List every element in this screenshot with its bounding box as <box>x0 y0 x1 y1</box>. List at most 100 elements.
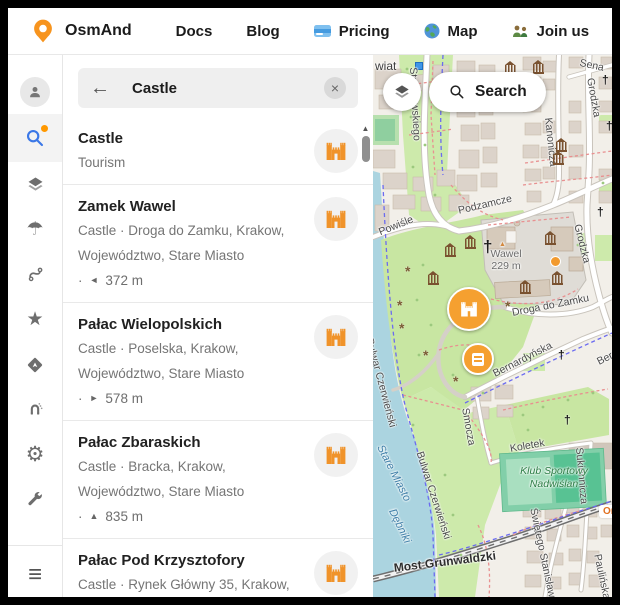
back-arrow-icon[interactable]: ← <box>90 78 110 98</box>
nav-link-label: Join us <box>537 23 590 40</box>
sidebar-divider <box>8 545 62 546</box>
result-title: Pałac Wielopolskich <box>78 314 301 336</box>
search-result-palac-pod-krzysztofory[interactable]: Pałac Pod Krzysztofory Castle · Rynek Gł… <box>63 539 373 597</box>
magnet-icon <box>25 400 45 420</box>
map-search-label: Search <box>475 83 527 101</box>
place-pill-label: Or <box>599 505 612 518</box>
distance-text: 578 m <box>105 386 143 411</box>
nav-link-pricing[interactable]: Pricing <box>314 23 390 40</box>
separator-dot: · <box>78 386 83 411</box>
search-result-category[interactable]: Castle Tourism <box>63 117 373 184</box>
credit-card-icon <box>314 25 331 37</box>
nav-link-join-us[interactable]: Join us <box>512 23 590 40</box>
document-map-marker[interactable] <box>462 343 494 375</box>
direction-arrow-icon: ▲ <box>90 504 99 529</box>
avatar <box>20 77 50 107</box>
search-icon <box>448 83 466 101</box>
search-input[interactable]: Castle <box>132 80 324 97</box>
search-result-zamek-wawel[interactable]: Zamek Wawel Castle · Droga do Zamku, Kra… <box>63 185 373 302</box>
sidebar-item-settings[interactable]: ⚙ <box>8 432 62 477</box>
sidebar-item-navigation[interactable] <box>8 342 62 387</box>
result-title: Pałac Pod Krzysztofory <box>78 550 301 572</box>
result-title: Pałac Zbaraskich <box>78 432 301 454</box>
sidebar-item-weather[interactable]: ☂ <box>8 207 62 252</box>
sidebar-item-plan-route[interactable] <box>8 387 62 432</box>
person-icon <box>26 83 44 101</box>
globe-icon <box>424 23 440 39</box>
nav-link-docs[interactable]: Docs <box>176 23 213 40</box>
document-icon <box>472 353 484 366</box>
sidebar-item-utilities[interactable] <box>8 477 62 522</box>
map-pin-icon <box>30 18 56 44</box>
distance-text: 835 m <box>105 504 143 529</box>
scrollbar-thumb[interactable] <box>362 136 370 162</box>
map-area: wiat Straszewskiego Sena Grodzka Kanonic… <box>373 55 612 597</box>
results-scrollbar: ▲ <box>360 124 371 162</box>
result-address: Castle · Droga do Zamku, Krakow, Wojewód… <box>78 218 301 268</box>
castle-icon <box>314 433 358 477</box>
result-title: Zamek Wawel <box>78 196 301 218</box>
sidebar-item-menu[interactable]: ≡ <box>8 552 62 597</box>
direction-arrow-icon: ► <box>90 386 99 411</box>
gear-icon: ⚙ <box>26 444 45 465</box>
castle-map-marker[interactable] <box>447 287 491 331</box>
search-results-list: Castle Tourism Zamek Wawel Castle · Drog… <box>63 117 373 597</box>
clear-search-button[interactable]: × <box>324 77 346 99</box>
osmand-logo[interactable]: OsmAnd <box>30 18 132 44</box>
sidebar-item-configure-map[interactable] <box>8 162 62 207</box>
result-address: Castle · Rynek Główny 35, Krakow, Wojewó… <box>78 572 301 597</box>
map-poi-square-icon <box>415 62 423 70</box>
map-canvas[interactable] <box>373 55 612 597</box>
sidebar-bottom: ≡ <box>8 545 62 597</box>
page-frame: OsmAnd Docs Blog Pricing Map Join us <box>0 0 620 605</box>
umbrella-icon: ☂ <box>26 220 43 239</box>
result-address: Castle · Poselska, Krakow, Województwo, … <box>78 336 301 386</box>
map-style-button[interactable] <box>383 73 421 111</box>
distance-text: 372 m <box>105 268 143 293</box>
sidebar-item-favorites[interactable]: ★ <box>8 297 62 342</box>
hamburger-menu-icon: ≡ <box>28 563 42 587</box>
close-icon: × <box>331 81 339 95</box>
wrench-icon <box>25 490 45 510</box>
search-result-palac-zbaraskich[interactable]: Pałac Zbaraskich Castle · Bracka, Krakow… <box>63 421 373 538</box>
nav-link-map[interactable]: Map <box>424 23 478 40</box>
sidebar-item-account[interactable] <box>8 69 62 114</box>
sidebar-item-tracks[interactable] <box>8 252 62 297</box>
nav-link-label: Docs <box>176 23 213 40</box>
poi-dot-marker[interactable] <box>550 256 561 267</box>
top-navbar: OsmAnd Docs Blog Pricing Map Join us <box>8 8 612 55</box>
result-distance: · ▲ 835 m <box>78 504 301 529</box>
nav-link-label: Blog <box>246 23 279 40</box>
brand-name: OsmAnd <box>65 22 132 40</box>
nav-link-label: Map <box>448 23 478 40</box>
result-address: Castle · Bracka, Krakow, Województwo, St… <box>78 454 301 504</box>
people-icon <box>512 24 529 39</box>
castle-icon <box>314 129 358 173</box>
navigation-icon <box>25 355 45 375</box>
osmand-app: OsmAnd Docs Blog Pricing Map Join us <box>8 8 612 597</box>
castle-icon <box>459 299 479 319</box>
castle-icon <box>314 551 358 595</box>
result-subtitle: Tourism <box>78 150 301 175</box>
star-icon: ★ <box>26 310 43 329</box>
search-panel: ← Castle × Castle Tourism Zamek Wawel Ca… <box>63 55 373 597</box>
nav-links: Docs Blog Pricing Map Join us <box>176 23 589 40</box>
app-body: ☂ ★ ⚙ ≡ <box>8 55 612 597</box>
separator-dot: · <box>78 504 83 529</box>
layers-icon <box>25 174 46 195</box>
left-sidebar: ☂ ★ ⚙ ≡ <box>8 55 63 597</box>
map-search-button[interactable]: Search <box>429 72 546 112</box>
direction-arrow-icon: ◄ <box>90 268 99 293</box>
sidebar-item-search[interactable] <box>8 114 62 162</box>
layers-icon <box>392 82 412 102</box>
castle-icon <box>314 197 358 241</box>
result-distance: · ► 578 m <box>78 386 301 411</box>
scroll-up-arrow[interactable]: ▲ <box>362 124 370 133</box>
nav-link-label: Pricing <box>339 23 390 40</box>
result-title: Castle <box>78 128 301 150</box>
route-track-icon <box>25 264 46 285</box>
notification-dot <box>41 125 48 132</box>
search-result-palac-wielopolskich[interactable]: Pałac Wielopolskich Castle · Poselska, K… <box>63 303 373 420</box>
castle-icon <box>314 315 358 359</box>
nav-link-blog[interactable]: Blog <box>246 23 279 40</box>
